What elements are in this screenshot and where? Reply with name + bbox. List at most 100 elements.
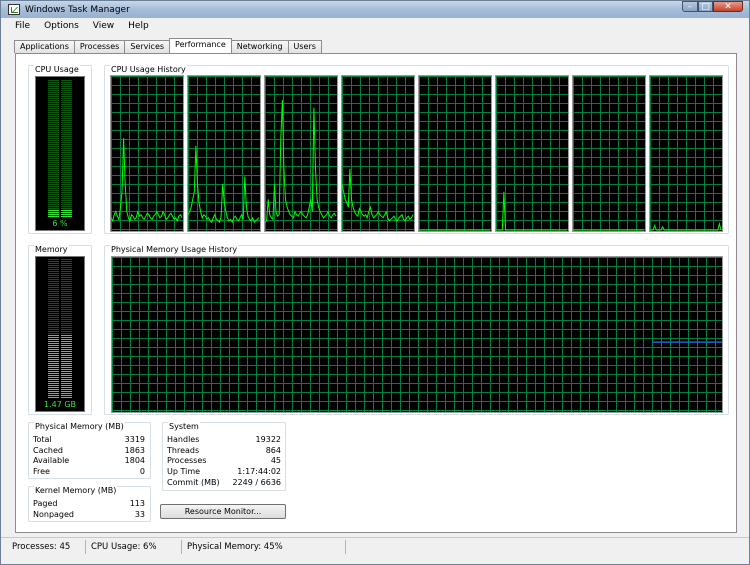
- minimize-button[interactable]: –: [682, 1, 698, 12]
- table-row: Total 3319: [33, 435, 145, 446]
- stat-value: 2249 / 6636: [232, 477, 282, 487]
- meter-segment: [61, 265, 72, 266]
- meter-segment: [61, 339, 72, 340]
- meter-segment: [61, 114, 72, 115]
- cpu-core-graph: [110, 75, 184, 232]
- cpu-history-line: [111, 138, 183, 223]
- meter-segment: [48, 365, 59, 366]
- meter-segment: [48, 315, 59, 316]
- meter-segment: [48, 124, 59, 125]
- meter-segment: [48, 186, 59, 187]
- meter-segment: [48, 108, 59, 109]
- meter-segment: [61, 214, 72, 215]
- menu-options[interactable]: Options: [37, 21, 86, 31]
- meter-segment: [61, 158, 72, 159]
- meter-segment: [61, 192, 72, 193]
- meter-segment: [61, 168, 72, 169]
- meter-segment: [48, 140, 59, 141]
- meter-segment: [48, 164, 59, 165]
- cpu-core-graph: [187, 75, 261, 232]
- meter-segment: [48, 204, 59, 205]
- meter-segment: [61, 397, 72, 398]
- memory-history-group: Physical Memory Usage History: [104, 245, 729, 415]
- meter-segment: [61, 178, 72, 179]
- meter-segment: [61, 104, 72, 105]
- meter-segment: [61, 273, 72, 274]
- meter-segment: [48, 100, 59, 101]
- meter-segment: [48, 216, 59, 217]
- meter-segment: [61, 375, 72, 376]
- meter-segment: [61, 309, 72, 310]
- meter-segment: [61, 140, 72, 141]
- meter-segment: [61, 281, 72, 282]
- meter-segment: [61, 188, 72, 189]
- meter-segment: [61, 86, 72, 87]
- meter-segment: [48, 156, 59, 157]
- meter-segment: [61, 345, 72, 346]
- cpu-core-graph: [572, 75, 646, 232]
- meter-segment: [48, 307, 59, 308]
- meter-segment: [61, 307, 72, 308]
- memory-history-graph: [111, 256, 723, 413]
- meter-segment: [48, 293, 59, 294]
- meter-segment: [48, 202, 59, 203]
- tab-users[interactable]: Users: [287, 40, 322, 53]
- meter-segment: [61, 395, 72, 396]
- meter-segment: [48, 178, 59, 179]
- title-bar[interactable]: Windows Task Manager – □ ✕: [1, 1, 749, 18]
- stat-value: 45: [270, 456, 281, 466]
- meter-segment: [61, 138, 72, 139]
- tab-applications[interactable]: Applications: [14, 40, 75, 53]
- meter-segment: [48, 146, 59, 147]
- meter-segment: [61, 164, 72, 165]
- memory-label: Memory: [34, 245, 69, 254]
- meter-segment: [48, 311, 59, 312]
- meter-segment: [48, 375, 59, 376]
- menu-help[interactable]: Help: [121, 21, 156, 31]
- meter-segment: [48, 142, 59, 143]
- meter-segment: [61, 152, 72, 153]
- stat-value: 864: [265, 445, 281, 455]
- tab-services[interactable]: Services: [124, 40, 171, 53]
- window-controls: – □ ✕: [682, 1, 743, 12]
- meter-segment: [48, 84, 59, 85]
- meter-segment: [48, 291, 59, 292]
- meter-segment: [48, 112, 59, 113]
- tab-networking[interactable]: Networking: [230, 40, 289, 53]
- meter-segment: [61, 136, 72, 137]
- meter-segment: [61, 303, 72, 304]
- stat-value: 19322: [255, 435, 281, 445]
- status-processes: Processes: 45: [12, 542, 71, 552]
- meter-segment: [48, 82, 59, 83]
- meter-segment: [61, 357, 72, 358]
- meter-segment: [48, 281, 59, 282]
- status-bar: Processes: 45 CPU Usage: 6% Physical Mem…: [1, 537, 749, 555]
- meter-segment: [61, 311, 72, 312]
- meter-segment: [61, 323, 72, 324]
- status-separator: [181, 540, 182, 554]
- meter-segment: [48, 373, 59, 374]
- meter-segment: [48, 120, 59, 121]
- stat-name: Commit (MB): [167, 477, 220, 487]
- menu-view[interactable]: View: [86, 21, 121, 31]
- menu-file[interactable]: File: [1, 21, 37, 31]
- close-button[interactable]: ✕: [713, 1, 743, 12]
- kernel-memory-table: Paged 113 Nonpaged 33: [33, 499, 145, 520]
- tab-processes[interactable]: Processes: [73, 40, 126, 53]
- resource-monitor-button[interactable]: Resource Monitor...: [160, 504, 286, 519]
- memory-value: 1.47 GB: [43, 400, 77, 409]
- meter-segment: [48, 94, 59, 95]
- task-manager-icon: [8, 4, 20, 15]
- meter-segment: [48, 299, 59, 300]
- meter-segment: [48, 174, 59, 175]
- meter-segment: [48, 172, 59, 173]
- maximize-button[interactable]: □: [698, 1, 713, 12]
- meter-segment: [61, 361, 72, 362]
- cpu-meter-bars: [48, 80, 72, 217]
- meter-segment: [61, 160, 72, 161]
- tab-performance[interactable]: Performance: [169, 38, 232, 53]
- meter-segment: [48, 136, 59, 137]
- physical-memory-group: Physical Memory (MB) Total 3319 Cached 186…: [28, 422, 151, 479]
- meter-segment: [48, 287, 59, 288]
- cpu-core-graph: [418, 75, 492, 232]
